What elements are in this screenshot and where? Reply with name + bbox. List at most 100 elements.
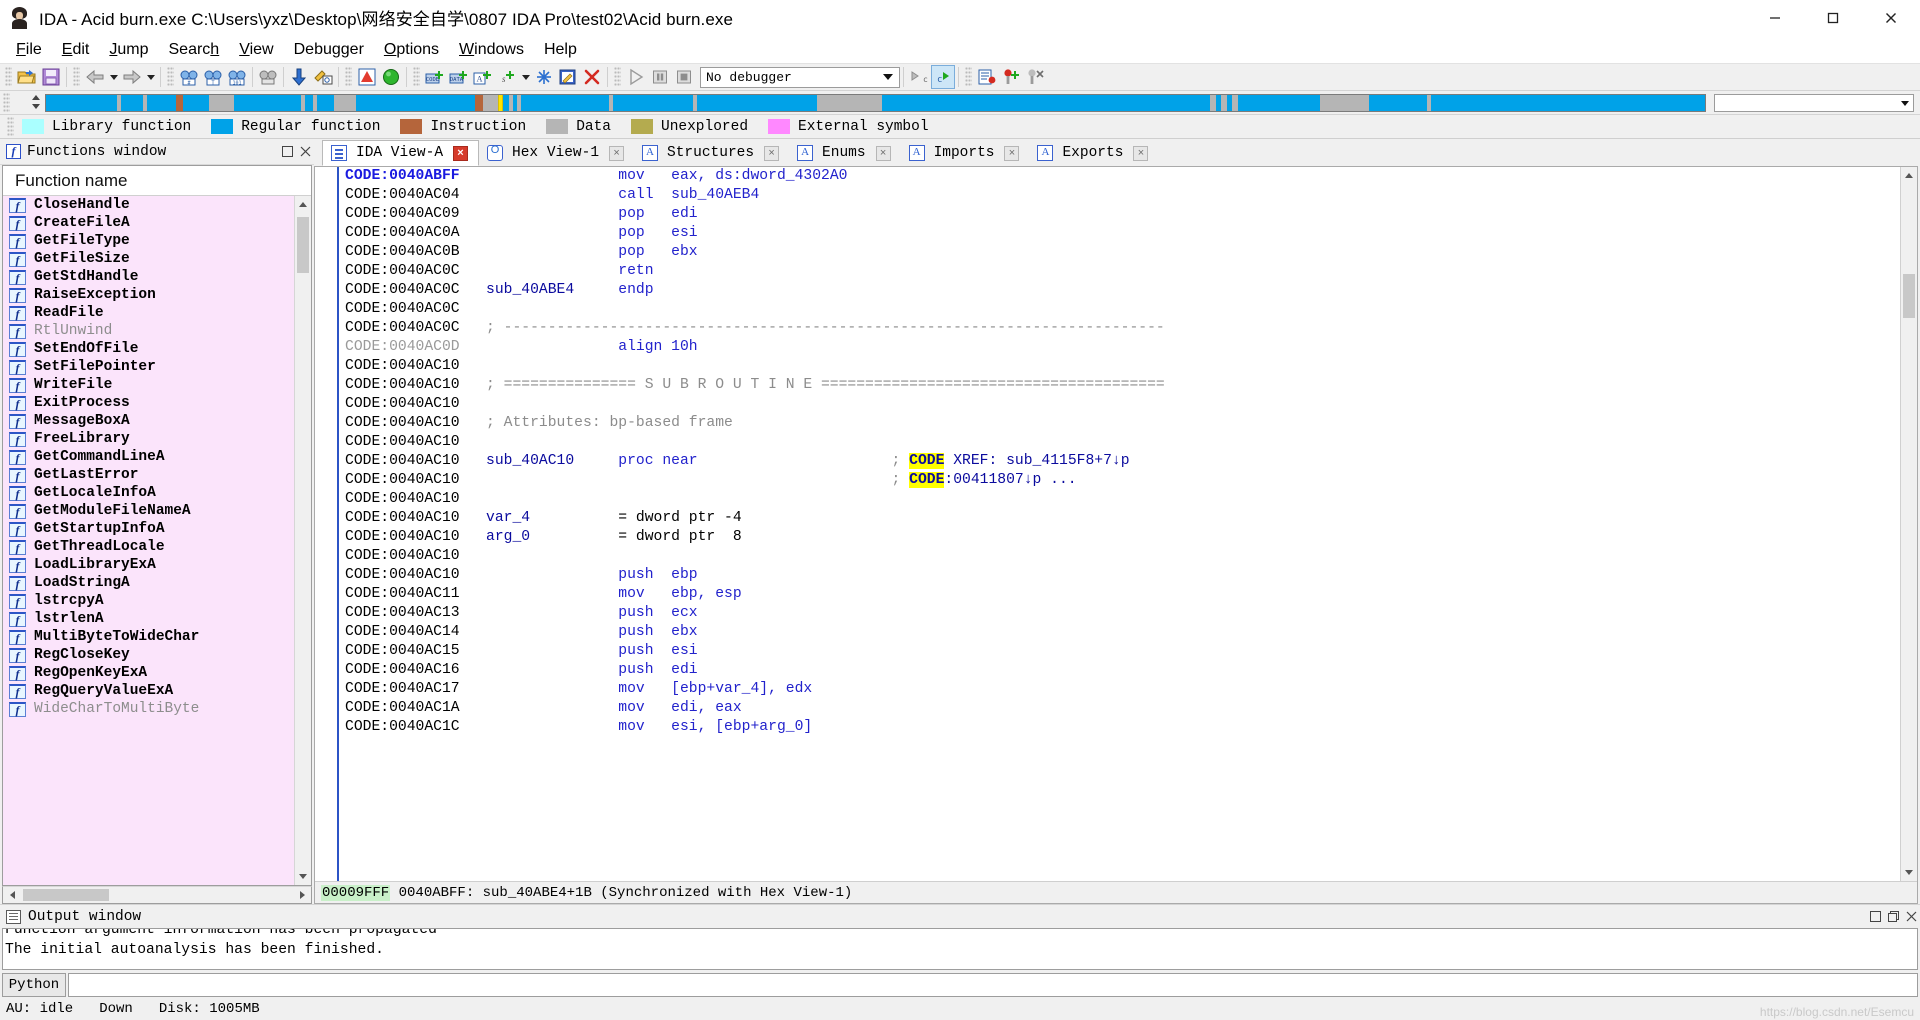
navigation-band[interactable] xyxy=(45,93,1706,112)
disassembly-line[interactable]: CODE:0040AC10 ; Attributes: bp-based fra… xyxy=(339,414,1900,433)
panel-close-icon[interactable] xyxy=(296,143,314,161)
function-list-item[interactable]: f RegOpenKeyExA xyxy=(3,664,294,682)
function-list-item[interactable]: f GetLastError xyxy=(3,466,294,484)
function-list-item[interactable]: f LoadLibraryExA xyxy=(3,556,294,574)
functions-vscrollbar[interactable] xyxy=(294,196,311,885)
jump-xref-icon[interactable] xyxy=(311,65,335,89)
disassembly-line[interactable]: CODE:0040AC13 push ecx xyxy=(339,604,1900,623)
disassembly-line[interactable]: CODE:0040AC10 arg_0 = dword ptr 8 xyxy=(339,528,1900,547)
add-breakpoint-icon[interactable] xyxy=(999,65,1023,89)
functions-hscroll-track[interactable] xyxy=(21,887,293,903)
menu-debugger[interactable]: Debugger xyxy=(284,39,374,61)
edit-function-icon[interactable] xyxy=(556,65,580,89)
save-icon[interactable] xyxy=(39,65,63,89)
pause-icon[interactable] xyxy=(648,65,672,89)
function-list-item[interactable]: f MultiByteToWideChar xyxy=(3,628,294,646)
disassembly-line[interactable]: CODE:0040AC14 push ebx xyxy=(339,623,1900,642)
disassembly-line[interactable]: CODE:0040AC10 xyxy=(339,490,1900,509)
function-list-item[interactable]: f lstrcpyA xyxy=(3,592,294,610)
disassembly-line[interactable]: CODE:0040AC10 xyxy=(339,433,1900,452)
disassembly-line[interactable]: CODE:0040AC1C mov esi, [ebp+arg_0] xyxy=(339,718,1900,737)
functions-scroll-thumb[interactable] xyxy=(297,217,309,273)
function-list-item[interactable]: f GetFileSize xyxy=(3,250,294,268)
scroll-right-icon[interactable] xyxy=(293,891,311,899)
navband-cursor[interactable] xyxy=(498,94,504,111)
disassembly-body[interactable]: CODE:0040ABFF mov eax, ds:dword_4302A0 CO… xyxy=(315,167,1917,881)
forward-arrow-icon[interactable] xyxy=(120,65,144,89)
float-icon[interactable] xyxy=(278,143,296,161)
function-list-item[interactable]: f GetThreadLocale xyxy=(3,538,294,556)
navband-jump-combo[interactable] xyxy=(1714,93,1914,112)
misc-toolbar-grip[interactable] xyxy=(345,67,352,87)
disassembly-code[interactable]: CODE:0040ABFF mov eax, ds:dword_4302A0 CO… xyxy=(337,167,1900,881)
tab-close-icon[interactable]: × xyxy=(609,145,625,161)
disassembly-line[interactable]: CODE:0040AC0C retn xyxy=(339,262,1900,281)
tab-close-icon[interactable]: × xyxy=(1004,145,1020,161)
disassembly-vscrollbar[interactable] xyxy=(1900,167,1917,881)
menu-help[interactable]: Help xyxy=(534,39,587,61)
breakpoint-list-icon[interactable] xyxy=(975,65,999,89)
disassembly-line[interactable]: CODE:0040AC0C xyxy=(339,300,1900,319)
menu-file[interactable]: File xyxy=(6,39,52,61)
search-immediate-icon[interactable]: 101 xyxy=(225,65,249,89)
function-list-item[interactable]: f RtlUnwind xyxy=(3,322,294,340)
alert-icon[interactable] xyxy=(355,65,379,89)
disassembly-line[interactable]: CODE:0040ABFF mov eax, ds:dword_4302A0 xyxy=(339,167,1900,186)
disasm-scroll-track[interactable] xyxy=(1901,184,1917,864)
scroll-up-icon[interactable] xyxy=(295,196,311,213)
search-toolbar-grip[interactable] xyxy=(167,67,174,87)
function-list-item[interactable]: f WideCharToMultiByte xyxy=(3,700,294,718)
bp-toolbar-grip[interactable] xyxy=(965,67,972,87)
jump-down-icon[interactable] xyxy=(287,65,311,89)
output-close-icon[interactable] xyxy=(1902,908,1920,926)
tab-close-icon[interactable]: × xyxy=(764,145,780,161)
make-data-icon[interactable]: DATA xyxy=(447,65,471,89)
disassembly-line[interactable]: CODE:0040AC0A pop esi xyxy=(339,224,1900,243)
chevron-down-icon[interactable] xyxy=(880,68,896,87)
python-mode-button[interactable]: Python xyxy=(2,973,66,997)
close-icon[interactable] xyxy=(1862,0,1920,36)
make-dropdown-icon[interactable] xyxy=(519,66,532,88)
scroll-down-icon[interactable] xyxy=(295,868,311,885)
function-list-item[interactable]: f RegQueryValueExA xyxy=(3,682,294,700)
disassembly-line[interactable]: CODE:0040AC10 sub_40AC10 proc near ; COD… xyxy=(339,452,1900,471)
tab-close-icon[interactable]: × xyxy=(1133,145,1149,161)
disassembly-line[interactable]: CODE:0040AC0B pop ebx xyxy=(339,243,1900,262)
navband-grip[interactable] xyxy=(3,92,10,113)
disassembly-line[interactable]: CODE:0040AC10 ; CODE:00411807↓p ... xyxy=(339,471,1900,490)
make-struct-icon[interactable]: s xyxy=(495,65,519,89)
nav-toolbar-grip[interactable] xyxy=(73,67,80,87)
navband-scroll-arrows[interactable] xyxy=(29,92,43,114)
function-list-item[interactable]: f FreeLibrary xyxy=(3,430,294,448)
function-list-item[interactable]: f lstrlenA xyxy=(3,610,294,628)
function-list-item[interactable]: f LoadStringA xyxy=(3,574,294,592)
output-log[interactable]: Function argument information has been p… xyxy=(2,928,1918,970)
python-command-input[interactable] xyxy=(68,973,1918,997)
search-binary-icon[interactable]: # xyxy=(177,65,201,89)
functions-list[interactable]: f CloseHandle f CreateFileA f GetFileType f Get… xyxy=(3,196,294,885)
disassembly-line[interactable]: CODE:0040AC11 mov ebp, esp xyxy=(339,585,1900,604)
disassembly-line[interactable]: CODE:0040AC1A mov edi, eax xyxy=(339,699,1900,718)
disassembly-line[interactable]: CODE:0040AC0C ; ------------------------… xyxy=(339,319,1900,338)
legend-grip[interactable] xyxy=(7,116,14,137)
tab-exports[interactable]: Exports × xyxy=(1029,140,1159,166)
disasm-scroll-thumb[interactable] xyxy=(1903,274,1915,318)
function-list-item[interactable]: f WriteFile xyxy=(3,376,294,394)
disassembly-line[interactable]: CODE:0040AC15 push esi xyxy=(339,642,1900,661)
functions-column-header[interactable]: Function name xyxy=(3,166,311,196)
debug-toolbar-grip[interactable] xyxy=(614,67,621,87)
debugger-select[interactable]: No debugger xyxy=(700,66,900,88)
disassembly-line[interactable]: CODE:0040AC10 xyxy=(339,357,1900,376)
disassembly-line[interactable]: CODE:0040AC16 push edi xyxy=(339,661,1900,680)
menu-jump[interactable]: Jump xyxy=(99,39,158,61)
delete-icon[interactable] xyxy=(580,65,604,89)
menu-options[interactable]: Options xyxy=(374,39,449,61)
back-arrow-icon[interactable] xyxy=(83,65,107,89)
tab-ida-view-a[interactable]: IDA View-A × xyxy=(322,140,480,166)
undefine-icon[interactable] xyxy=(532,65,556,89)
functions-hscrollbar[interactable] xyxy=(2,886,312,904)
disassembly-line[interactable]: CODE:0040AC10 xyxy=(339,547,1900,566)
disasm-scroll-down-icon[interactable] xyxy=(1901,864,1917,881)
make-ascii-icon[interactable]: A xyxy=(471,65,495,89)
tab-hex-view-1[interactable]: Hex View-1 × xyxy=(479,140,635,166)
